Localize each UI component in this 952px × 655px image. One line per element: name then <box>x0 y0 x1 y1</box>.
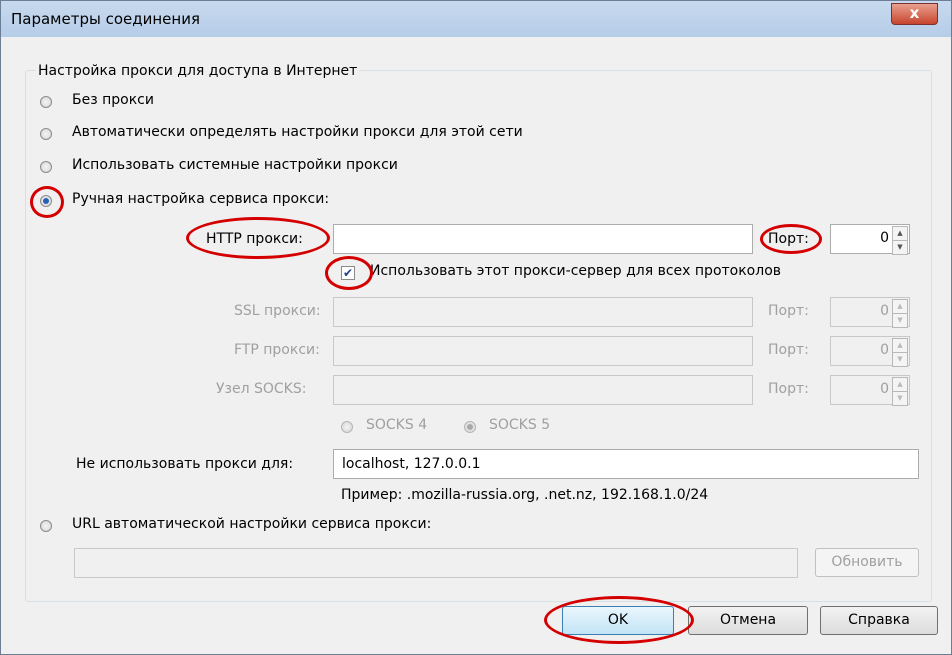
spin-up-icon[interactable]: ▲ <box>892 226 908 241</box>
socks-port-spinner[interactable]: 0 ▲ ▼ <box>830 375 910 406</box>
no-proxy-for-input[interactable]: localhost, 127.0.0.1 <box>333 449 919 479</box>
ok-button[interactable]: OK <box>562 606 674 635</box>
radio-manual-proxy-label: Ручная настройка сервиса прокси: <box>72 191 330 207</box>
socks-port-label: Порт: <box>768 381 809 397</box>
no-proxy-example: Пример: .mozilla-russia.org, .net.nz, 19… <box>341 487 709 503</box>
radio-no-proxy-label: Без прокси <box>72 92 154 108</box>
close-icon: x <box>909 4 920 22</box>
auto-config-url-input[interactable] <box>74 548 798 578</box>
ssl-port-value: 0 <box>880 303 889 319</box>
ssl-proxy-input[interactable] <box>333 297 753 327</box>
no-proxy-for-label: Не использовать прокси для: <box>76 456 294 472</box>
help-button[interactable]: Справка <box>820 606 938 635</box>
http-port-label: Порт: <box>768 231 809 247</box>
socks-port-value: 0 <box>880 381 889 397</box>
radio-no-proxy[interactable] <box>40 96 52 108</box>
ssl-proxy-label: SSL прокси: <box>234 303 321 319</box>
ftp-port-label: Порт: <box>768 342 809 358</box>
use-for-all-checkbox[interactable]: ✔ <box>341 266 355 280</box>
window-title: Параметры соединения <box>11 10 200 28</box>
radio-system-proxy[interactable] <box>40 161 52 173</box>
close-button[interactable]: x <box>891 3 938 25</box>
ftp-proxy-label: FTP прокси: <box>234 342 320 358</box>
http-proxy-label: HTTP прокси: <box>206 231 303 247</box>
radio-auto-config-url[interactable] <box>40 520 52 532</box>
socks-host-label: Узел SOCKS: <box>216 381 307 397</box>
spin-up-icon[interactable]: ▲ <box>892 377 908 392</box>
http-proxy-input[interactable] <box>333 224 753 254</box>
spin-down-icon[interactable]: ▼ <box>892 313 908 328</box>
radio-manual-proxy[interactable] <box>40 195 52 207</box>
spin-down-icon[interactable]: ▼ <box>892 352 908 367</box>
http-port-value: 0 <box>880 230 889 246</box>
cancel-button[interactable]: Отмена <box>688 606 808 635</box>
group-legend: Настройка прокси для доступа в Интернет <box>36 63 360 79</box>
ftp-port-value: 0 <box>880 342 889 358</box>
radio-system-proxy-label: Использовать системные настройки прокси <box>72 157 398 173</box>
use-for-all-label: Использовать этот прокси-сервер для всех… <box>370 263 782 279</box>
ftp-port-spinner[interactable]: 0 ▲ ▼ <box>830 336 910 367</box>
radio-socks5[interactable] <box>464 421 476 433</box>
radio-auto-detect-label: Автоматически определять настройки прокс… <box>72 124 523 140</box>
spin-up-icon[interactable]: ▲ <box>892 299 908 314</box>
spin-up-icon[interactable]: ▲ <box>892 338 908 353</box>
reload-button[interactable]: Обновить <box>815 548 919 577</box>
spin-down-icon[interactable]: ▼ <box>892 240 908 255</box>
radio-auto-config-url-label: URL автоматической настройки сервиса про… <box>72 516 432 532</box>
socks-host-input[interactable] <box>333 375 753 405</box>
title-bar[interactable]: Параметры соединения x <box>1 1 951 37</box>
radio-socks5-label: SOCKS 5 <box>489 417 551 433</box>
spin-down-icon[interactable]: ▼ <box>892 391 908 406</box>
ssl-port-label: Порт: <box>768 303 809 319</box>
radio-socks4-label: SOCKS 4 <box>366 417 428 433</box>
radio-socks4[interactable] <box>341 421 353 433</box>
checkmark-icon: ✔ <box>342 266 354 280</box>
http-port-spinner[interactable]: 0 ▲ ▼ <box>830 224 910 255</box>
ftp-proxy-input[interactable] <box>333 336 753 366</box>
ssl-port-spinner[interactable]: 0 ▲ ▼ <box>830 297 910 328</box>
radio-auto-detect[interactable] <box>40 128 52 140</box>
